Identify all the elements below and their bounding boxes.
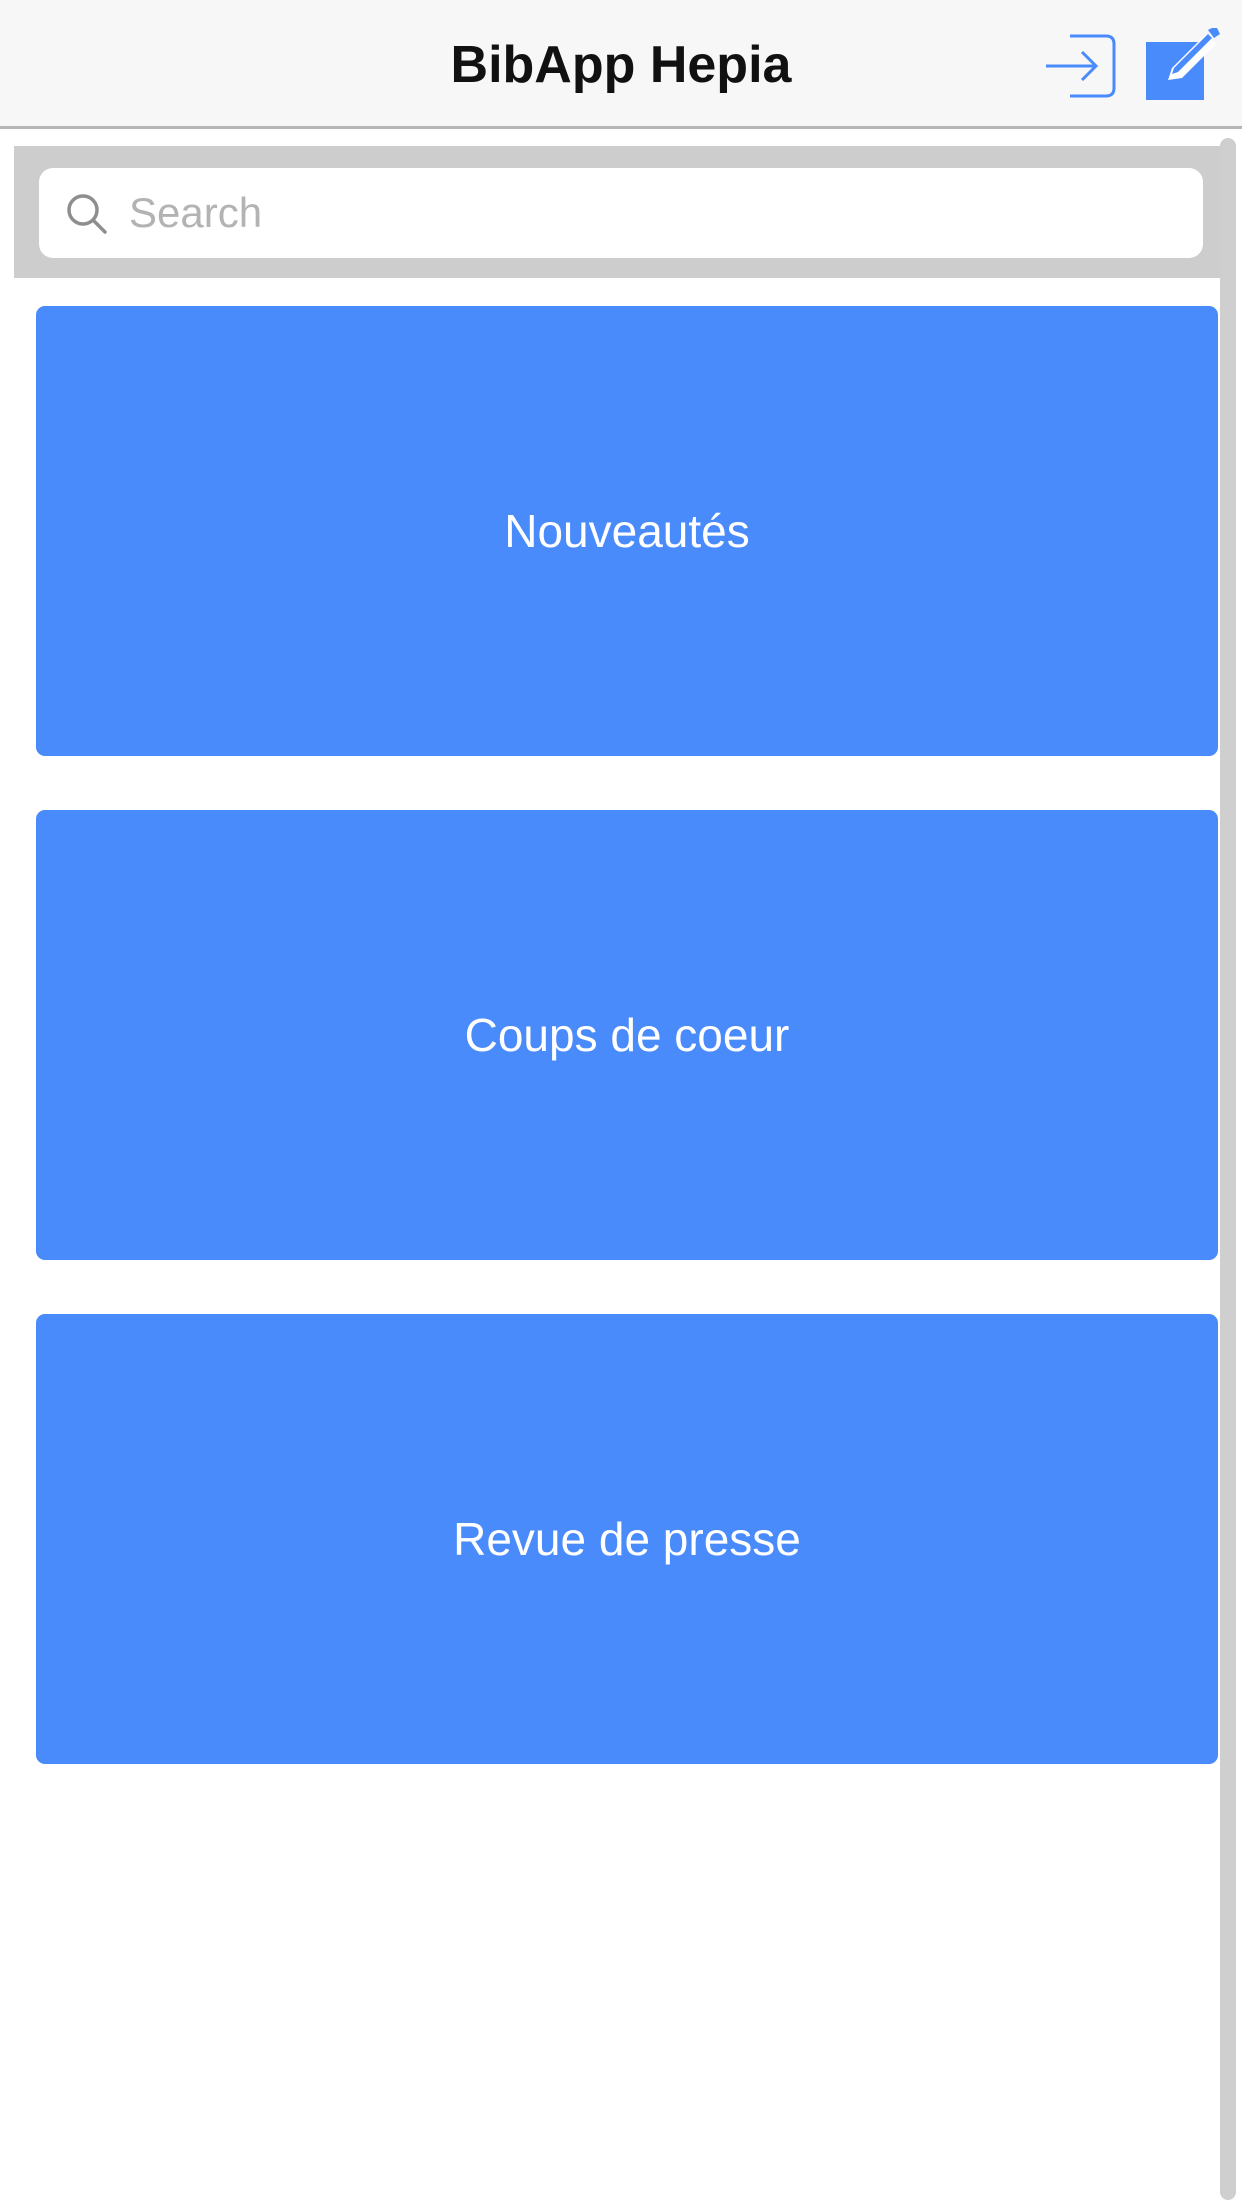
compose-icon <box>1146 26 1220 100</box>
login-icon <box>1046 34 1116 98</box>
tile-nouveautes[interactable]: Nouveautés <box>36 306 1218 756</box>
navigation-bar: BibApp Hepia <box>0 0 1242 129</box>
scrollbar[interactable] <box>1220 138 1236 2200</box>
tile-label: Revue de presse <box>453 1513 801 1565</box>
compose-button[interactable] <box>1146 26 1222 104</box>
tile-label: Coups de coeur <box>464 1009 790 1061</box>
search-bar <box>14 146 1226 278</box>
search-field[interactable] <box>39 168 1203 258</box>
login-button[interactable] <box>1040 30 1120 102</box>
tile-coups-de-coeur[interactable]: Coups de coeur <box>36 810 1218 1260</box>
search-icon <box>67 194 107 234</box>
tile-revue-de-presse[interactable]: Revue de presse <box>36 1314 1218 1764</box>
search-input[interactable] <box>129 168 1189 258</box>
tile-label: Nouveautés <box>504 505 750 557</box>
